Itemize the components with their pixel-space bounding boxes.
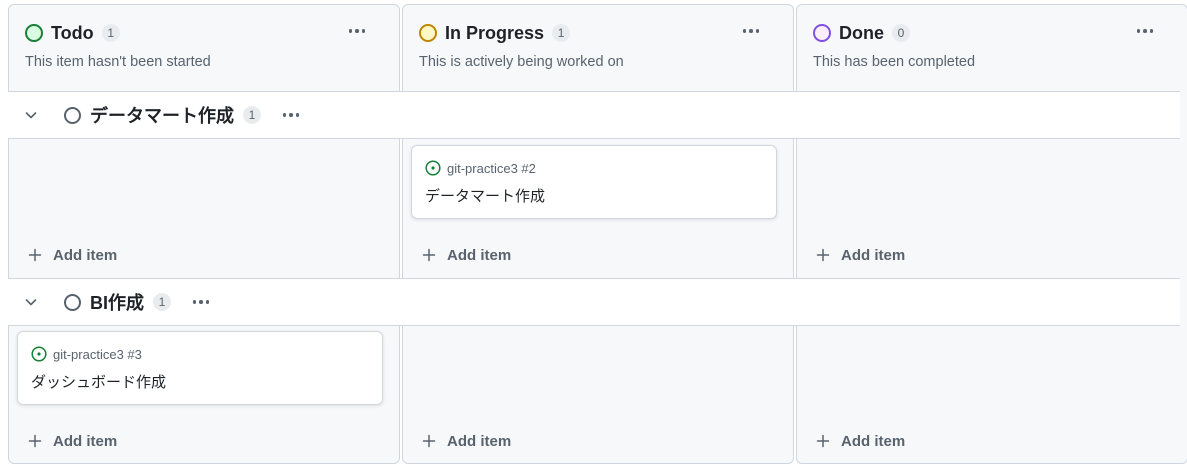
plus-icon [422,434,436,448]
issue-card[interactable]: git-practice3 #3 ダッシュボード作成 [17,331,383,405]
group-header: データマート作成 1 [8,91,1180,139]
card-title[interactable]: ダッシュボード作成 [31,371,166,392]
column-count: 1 [552,24,571,42]
issue-opened-icon [31,346,47,362]
chevron-down-icon [25,112,37,119]
group-title: BI作成 [90,293,144,313]
column-description: This is actively being worked on [419,54,624,70]
add-item-label: Add item [447,246,512,264]
add-item-button[interactable]: Add item [28,431,117,451]
column-title: In Progress [445,22,545,43]
group-count: 1 [243,106,261,124]
group-menu-button[interactable] [189,292,213,312]
card-repo-label: git-practice3 #3 [53,346,142,362]
collapse-group-button[interactable] [24,295,38,309]
kebab-horizontal-icon [348,29,366,33]
column-menu-button[interactable] [343,21,371,41]
in-progress-status-circle-icon [419,24,437,42]
column-description: This item hasn't been started [25,54,211,70]
add-item-button[interactable]: Add item [816,245,905,265]
kebab-horizontal-icon [282,113,300,117]
group-title: データマート作成 [90,106,234,126]
plus-icon [816,434,830,448]
column-count: 1 [101,24,120,42]
column-menu-button[interactable] [1131,21,1159,41]
add-item-button[interactable]: Add item [816,431,905,451]
chevron-down-icon [25,299,37,306]
group-header: BI作成 1 [8,278,1180,326]
column-done: Done 0 This has been completed [796,4,1187,464]
kebab-horizontal-icon [1136,29,1154,33]
card-title[interactable]: データマート作成 [425,185,545,206]
add-item-button[interactable]: Add item [422,431,511,451]
column-description: This has been completed [813,54,976,70]
issue-opened-icon [425,160,441,176]
kebab-horizontal-icon [192,300,210,304]
plus-icon [28,434,42,448]
group-menu-button[interactable] [279,105,303,125]
column-count: 0 [892,24,910,42]
collapse-group-button[interactable] [24,108,38,122]
add-item-label: Add item [447,432,512,450]
todo-status-circle-icon [25,24,43,42]
column-in-progress: In Progress 1 This is actively being wor… [402,4,794,464]
column-menu-button[interactable] [737,21,765,41]
plus-icon [816,248,830,262]
card-repo-label: git-practice3 #2 [447,160,536,176]
group-status-circle-icon [64,106,81,124]
column-header: Done 0 This has been completed [797,5,1187,93]
add-item-label: Add item [841,432,906,450]
column-header: In Progress 1 This is actively being wor… [403,5,793,93]
column-header: Todo 1 This item hasn't been started [9,5,399,93]
add-item-button[interactable]: Add item [28,245,117,265]
add-item-label: Add item [53,246,118,264]
group-count: 1 [153,293,171,311]
add-item-label: Add item [53,432,118,450]
group-status-circle-icon [64,293,81,311]
done-status-circle-icon [813,24,831,42]
column-title: Done [839,22,884,43]
add-item-button[interactable]: Add item [422,245,511,265]
kebab-horizontal-icon [742,29,760,33]
plus-icon [28,248,42,262]
issue-card[interactable]: git-practice3 #2 データマート作成 [411,145,777,219]
plus-icon [422,248,436,262]
column-title: Todo [51,22,94,43]
add-item-label: Add item [841,246,906,264]
